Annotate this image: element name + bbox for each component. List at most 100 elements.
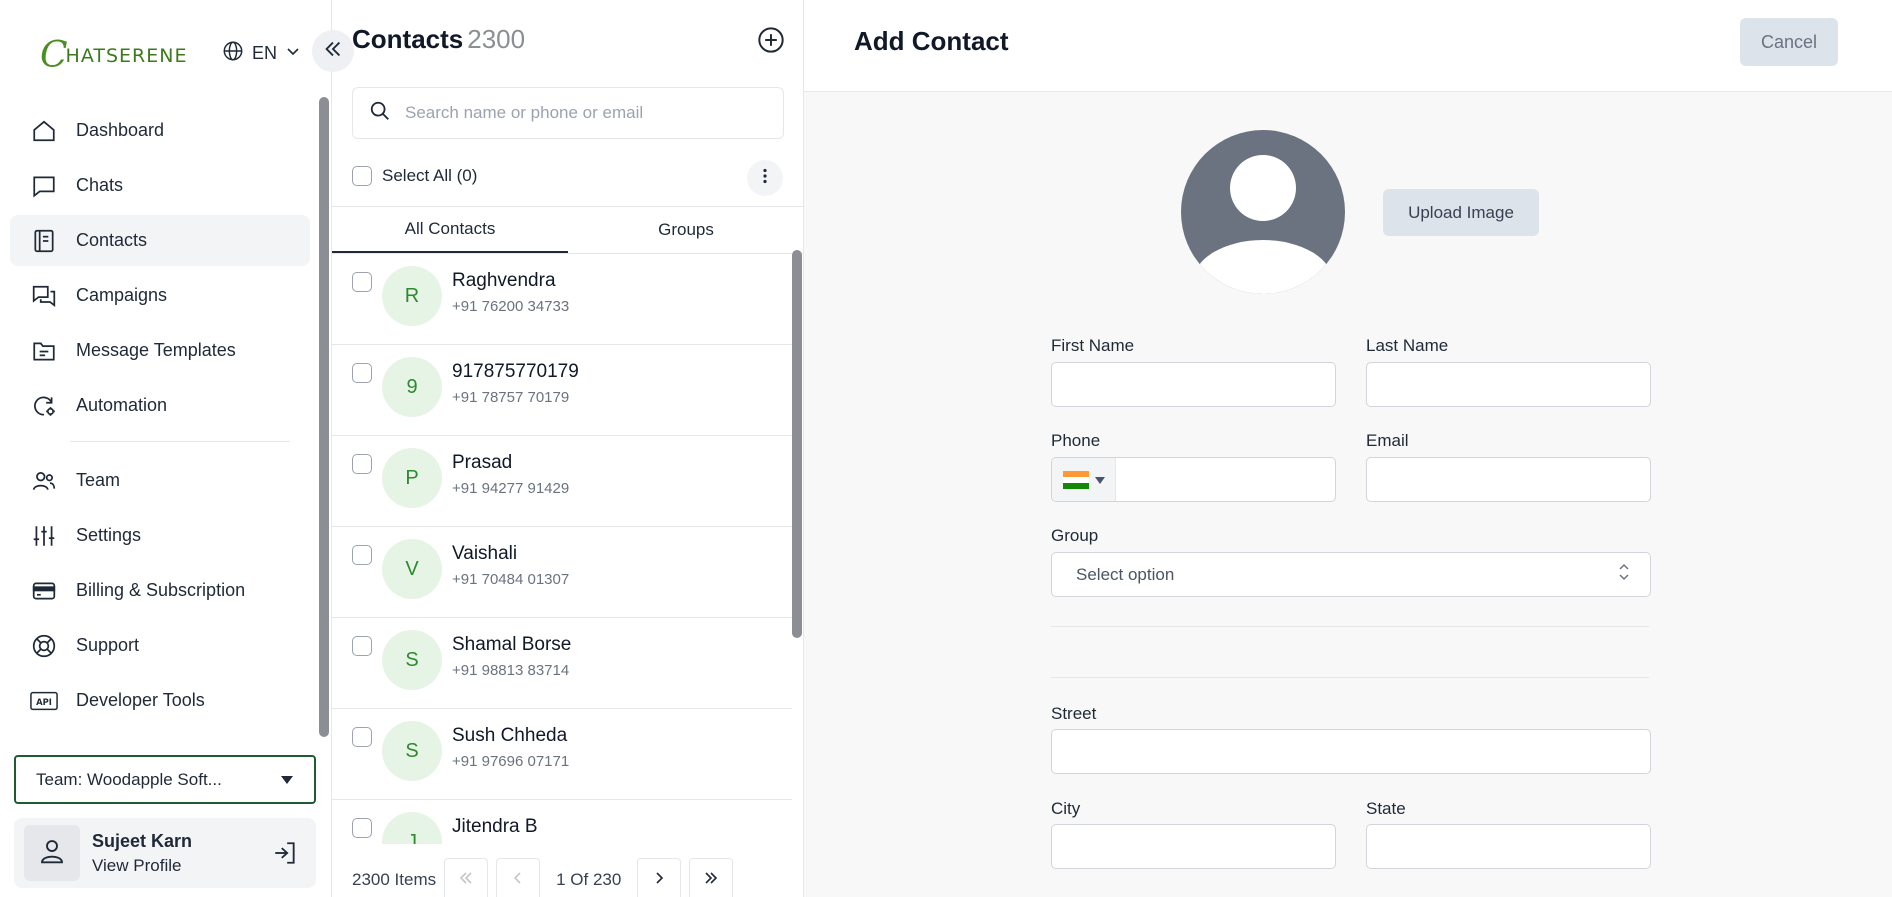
sidebar-item-label: Chats bbox=[76, 175, 124, 195]
contact-name: Sush Chheda bbox=[452, 725, 568, 746]
tab-all-contacts[interactable]: All Contacts bbox=[332, 207, 568, 253]
chat-icon bbox=[30, 172, 58, 200]
contact-name: Vaishali bbox=[452, 543, 518, 564]
list-item[interactable]: R Raghvendra +91 76200 34733 bbox=[332, 254, 792, 345]
phone-label: Phone bbox=[1051, 431, 1101, 450]
contact-avatar: R bbox=[382, 266, 442, 326]
phone-field bbox=[1051, 457, 1336, 502]
list-item[interactable]: V Vaishali +91 70484 01307 bbox=[332, 527, 792, 618]
tab-groups[interactable]: Groups bbox=[568, 207, 804, 253]
last-page-button[interactable] bbox=[689, 858, 734, 897]
sidebar-item-automation[interactable]: Automation bbox=[10, 380, 310, 431]
contact-name: Shamal Borse bbox=[452, 634, 572, 655]
list-item[interactable]: P Prasad +91 94277 91429 bbox=[332, 436, 792, 527]
sidebar-item-label: Campaigns bbox=[76, 285, 168, 305]
sidebar-item-settings[interactable]: Settings bbox=[10, 510, 310, 561]
contacts-scrollbar[interactable] bbox=[792, 250, 802, 638]
sort-updown-icon bbox=[1618, 562, 1630, 587]
row-checkbox[interactable] bbox=[352, 545, 372, 565]
row-checkbox[interactable] bbox=[352, 363, 372, 383]
next-page-button[interactable] bbox=[637, 858, 682, 897]
view-profile-link[interactable]: View Profile bbox=[92, 856, 192, 876]
contact-phone: +91 97696 07171 bbox=[452, 753, 570, 770]
row-checkbox[interactable] bbox=[352, 272, 372, 292]
street-field bbox=[1051, 729, 1651, 774]
language-selector[interactable]: EN bbox=[222, 40, 301, 67]
list-item[interactable]: S Sush Chheda +91 97696 07171 bbox=[332, 709, 792, 800]
search-icon bbox=[369, 100, 391, 127]
sidebar-item-support[interactable]: Support bbox=[10, 620, 310, 671]
search-input[interactable] bbox=[405, 103, 765, 123]
cancel-button[interactable]: Cancel bbox=[1740, 18, 1838, 66]
double-chevron-left-icon bbox=[322, 38, 344, 65]
contact-name: 917875770179 bbox=[452, 361, 579, 382]
add-contact-panel: Add Contact Cancel Upload Image First Na… bbox=[804, 0, 1892, 897]
sidebar-item-dashboard[interactable]: Dashboard bbox=[10, 105, 310, 156]
contact-name: Raghvendra bbox=[452, 270, 556, 291]
logo-text: HATSERENE bbox=[65, 45, 188, 67]
country-code-selector[interactable] bbox=[1052, 458, 1116, 501]
user-silhouette-icon bbox=[1181, 155, 1345, 294]
plus-circle-icon bbox=[757, 27, 785, 58]
team-select[interactable]: Team: Woodapple Soft... bbox=[14, 755, 316, 804]
contacts-title-text: Contacts bbox=[352, 24, 464, 54]
brand-logo[interactable]: C HATSERENE bbox=[40, 36, 187, 76]
svg-text:API: API bbox=[36, 697, 52, 707]
api-icon: API bbox=[30, 687, 58, 715]
city-input[interactable] bbox=[1052, 825, 1335, 868]
group-select[interactable]: Select option bbox=[1051, 552, 1651, 597]
contact-avatar: J bbox=[382, 812, 442, 844]
first-name-input[interactable] bbox=[1052, 363, 1335, 406]
caret-down-icon bbox=[280, 770, 294, 790]
contact-phone: +91 76200 34733 bbox=[452, 298, 570, 315]
sidebar-item-developer-tools[interactable]: API Developer Tools bbox=[10, 675, 310, 726]
sidebar-item-billing[interactable]: Billing & Subscription bbox=[10, 565, 310, 616]
last-name-input[interactable] bbox=[1367, 363, 1650, 406]
more-options-button[interactable] bbox=[747, 160, 783, 196]
contacts-panel: Contacts2300 Select All (0) All Contacts… bbox=[332, 0, 804, 897]
sidebar-item-chats[interactable]: Chats bbox=[10, 160, 310, 211]
caret-down-icon bbox=[1094, 471, 1105, 489]
sidebar-item-contacts[interactable]: Contacts bbox=[10, 215, 310, 266]
list-item[interactable]: 9 917875770179 +91 78757 70179 bbox=[332, 345, 792, 436]
automation-icon bbox=[30, 392, 58, 420]
street-input[interactable] bbox=[1052, 730, 1650, 773]
collapse-sidebar-button[interactable] bbox=[312, 30, 354, 72]
chevron-down-icon bbox=[285, 43, 301, 64]
sidebar-item-team[interactable]: Team bbox=[10, 455, 310, 506]
contacts-count: 2300 bbox=[467, 24, 526, 54]
select-all[interactable]: Select All (0) bbox=[352, 166, 477, 186]
avatar[interactable] bbox=[24, 825, 80, 881]
row-checkbox[interactable] bbox=[352, 636, 372, 656]
list-item[interactable]: J Jitendra B bbox=[332, 800, 792, 844]
prev-page-button[interactable] bbox=[496, 858, 541, 897]
select-all-checkbox[interactable] bbox=[352, 166, 372, 186]
items-count: 2300 Items bbox=[352, 870, 437, 889]
email-input[interactable] bbox=[1367, 458, 1650, 501]
profile-card: Sujeet Karn View Profile bbox=[14, 818, 316, 888]
row-checkbox[interactable] bbox=[352, 818, 372, 838]
upload-image-button[interactable]: Upload Image bbox=[1383, 189, 1539, 236]
avatar-placeholder[interactable] bbox=[1181, 130, 1345, 294]
list-item[interactable]: S Shamal Borse +91 98813 83714 bbox=[332, 618, 792, 709]
last-name-label: Last Name bbox=[1366, 336, 1449, 355]
state-input[interactable] bbox=[1367, 825, 1650, 868]
logout-icon[interactable] bbox=[272, 840, 298, 871]
phone-input[interactable] bbox=[1116, 458, 1335, 501]
first-page-button[interactable] bbox=[444, 858, 489, 897]
sliders-icon bbox=[30, 522, 58, 550]
sidebar-item-campaigns[interactable]: Campaigns bbox=[10, 270, 310, 321]
row-checkbox[interactable] bbox=[352, 727, 372, 747]
add-contact-header: Add Contact Cancel bbox=[804, 0, 1892, 92]
add-contact-button[interactable] bbox=[757, 26, 785, 59]
contact-avatar: P bbox=[382, 448, 442, 508]
search-box bbox=[352, 87, 784, 139]
row-checkbox[interactable] bbox=[352, 454, 372, 474]
sidebar-item-message-templates[interactable]: Message Templates bbox=[10, 325, 310, 376]
sidebar-scrollbar[interactable] bbox=[319, 97, 329, 737]
city-label: City bbox=[1051, 799, 1081, 818]
sidebar-item-label: Developer Tools bbox=[76, 690, 205, 710]
double-chevron-right-icon bbox=[703, 870, 719, 891]
india-flag-icon bbox=[1062, 470, 1089, 489]
user-icon bbox=[37, 836, 67, 871]
